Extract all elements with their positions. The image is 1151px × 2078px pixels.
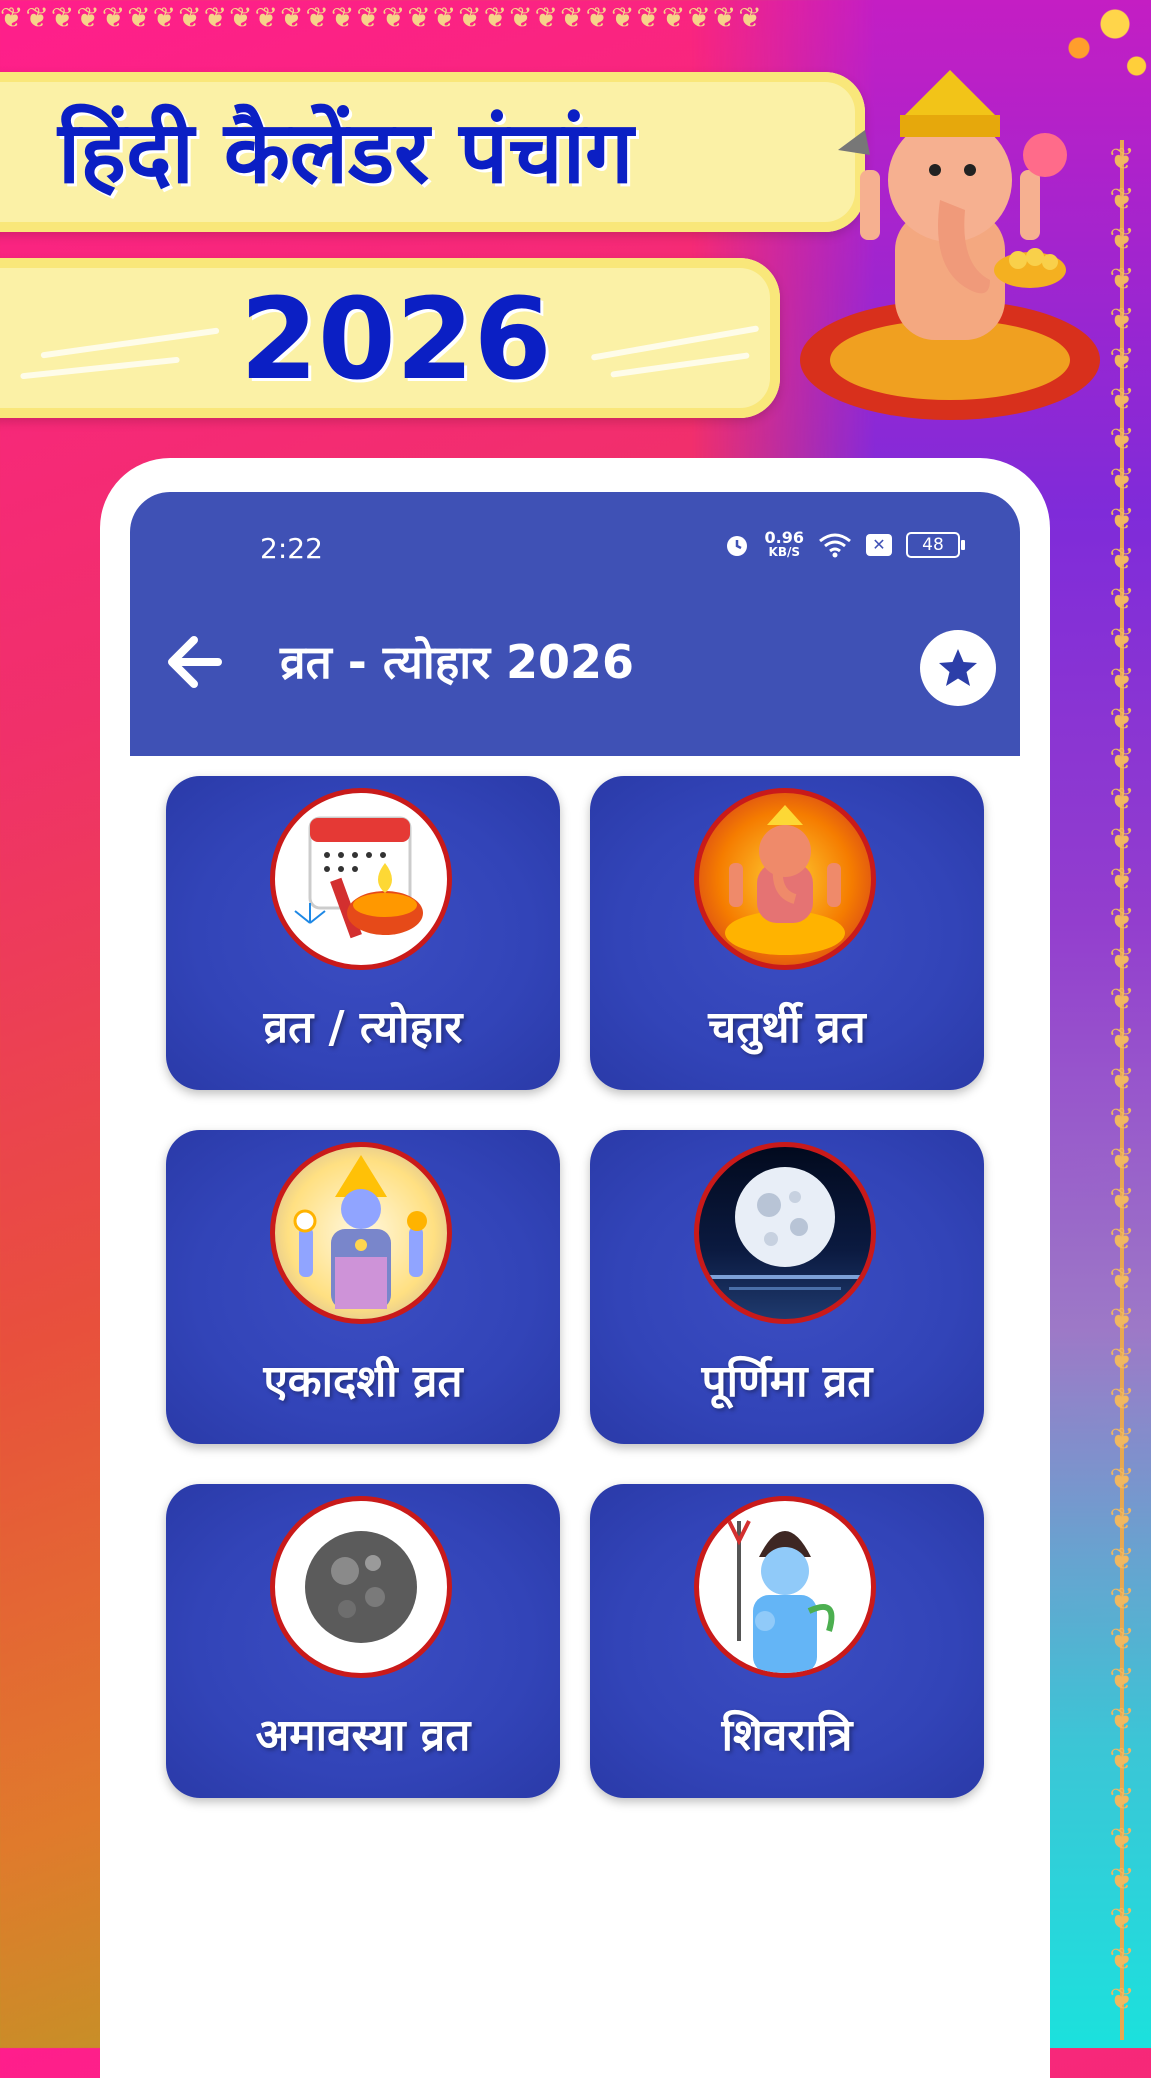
tile-label: शिवरात्रि [721,1710,853,1761]
back-arrow-icon[interactable] [158,622,238,702]
festival-icon [270,788,452,970]
status-time: 2:22 [260,532,323,565]
tile-label: एकादशी व्रत [263,1356,463,1407]
network-speed: 0.96 KB/S [764,528,804,560]
tile-label: व्रत / त्योहार [263,1002,463,1053]
full-moon-icon [694,1142,876,1324]
decorative-top-border: ❦❦❦❦❦❦❦❦❦❦❦❦❦❦❦❦❦❦❦❦❦❦❦❦❦❦❦❦❦❦ [0,1,764,34]
star-icon [939,649,977,686]
ganesha-illustration-icon [800,70,1100,420]
battery-icon: 48 [906,532,965,558]
app-bar: 2:22 0.96 KB/S ✕ 48 व्रत - त्योहार 2026 [130,492,1020,756]
app-bar-title: व्रत - त्योहार 2026 [280,635,635,689]
phone-screen: 2:22 0.96 KB/S ✕ 48 व्रत - त्योहार 2026 [130,492,1020,2048]
tile-chaturthi-vrat[interactable]: चतुर्थी व्रत [590,776,984,1090]
tile-purnima-vrat[interactable]: पूर्णिमा व्रत [590,1130,984,1444]
alarm-icon [726,536,747,556]
status-icons: 0.96 KB/S ✕ 48 [723,528,965,560]
shiva-icon [694,1496,876,1678]
tile-shivratri[interactable]: शिवरात्रि [590,1484,984,1798]
promo-year: 2026 [240,275,552,405]
favorite-button[interactable] [920,630,996,706]
tile-amavasya-vrat[interactable]: अमावस्या व्रत [166,1484,560,1798]
tile-label: अमावस्या व्रत [255,1710,471,1761]
vishnu-icon [270,1142,452,1324]
tile-label: चतुर्थी व्रत [708,1002,866,1053]
notification-icon: ✕ [866,534,892,556]
wifi-icon [819,533,851,558]
tile-label: पूर्णिमा व्रत [701,1356,873,1407]
tile-ekadashi-vrat[interactable]: एकादशी व्रत [166,1130,560,1444]
tile-vrat-tyohar[interactable]: व्रत / त्योहार [166,776,560,1090]
ganesha-icon [694,788,876,970]
promo-title: हिंदी कैलेंडर पंचांग [58,103,634,203]
new-moon-icon [270,1496,452,1678]
